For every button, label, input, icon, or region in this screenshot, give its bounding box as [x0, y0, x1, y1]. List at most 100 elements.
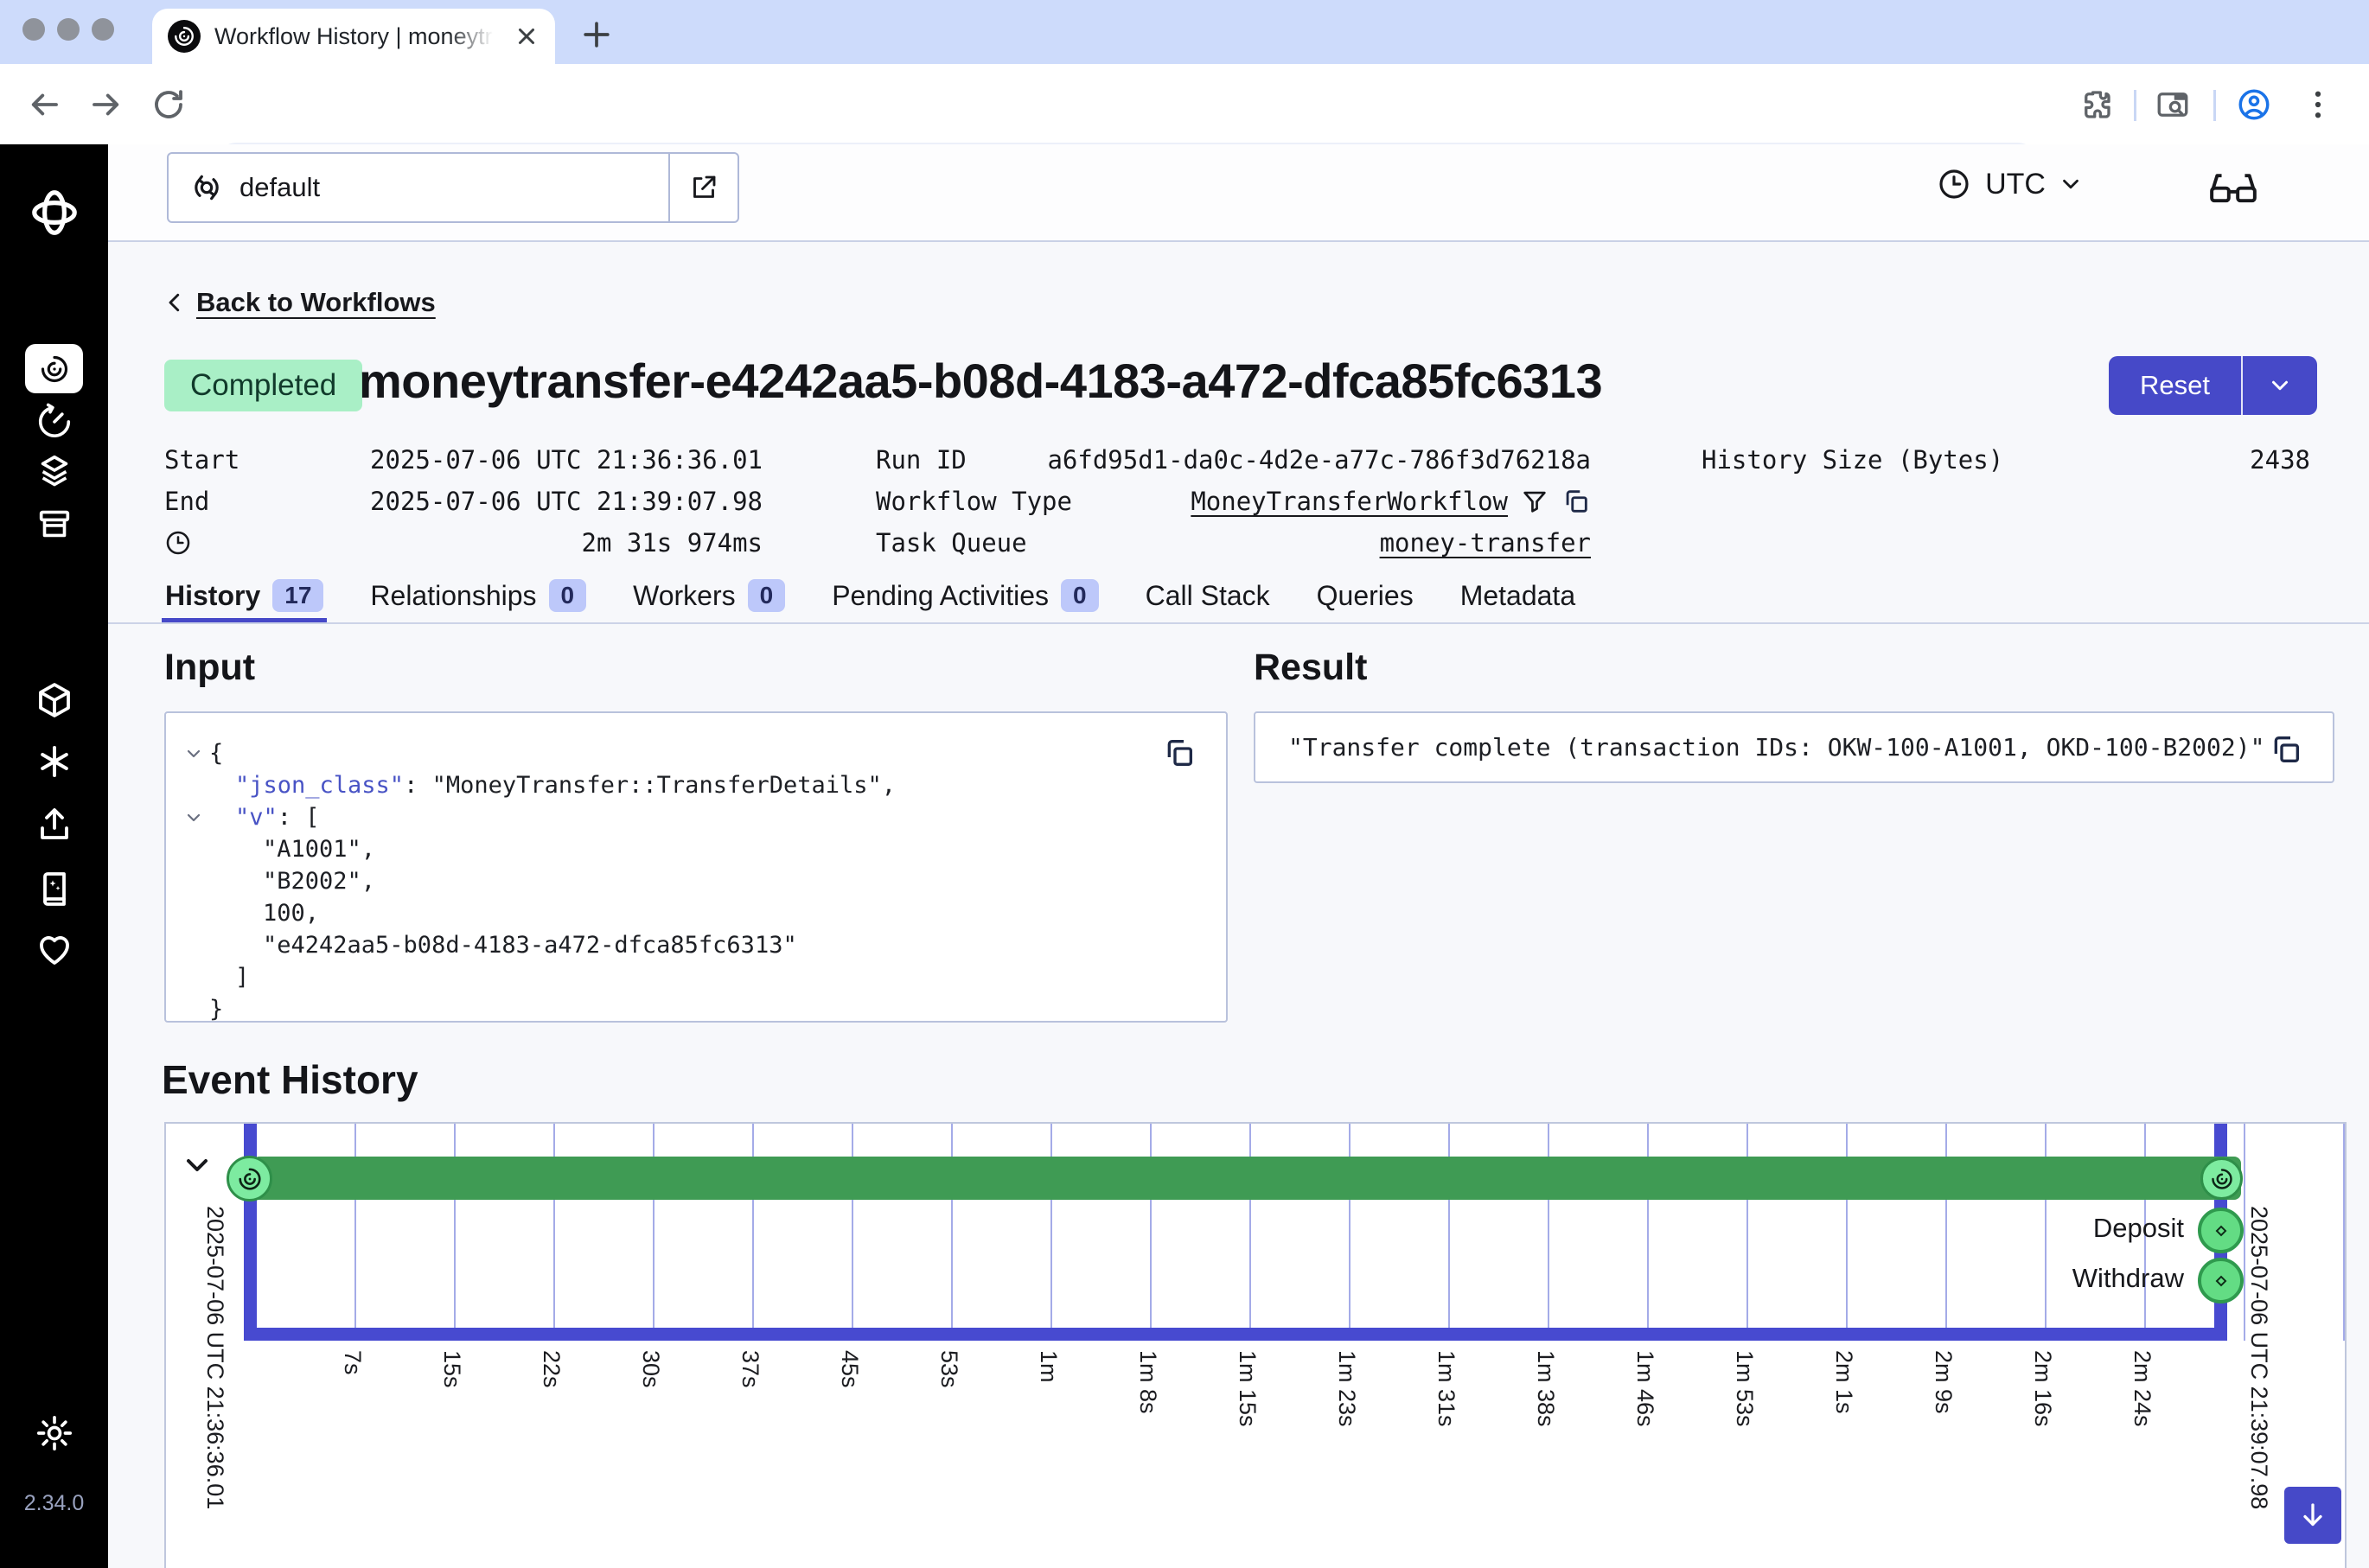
workflow-end-node[interactable] — [2200, 1157, 2243, 1200]
tab-label: Workers — [633, 580, 736, 612]
tab-metadata[interactable]: Metadata — [1457, 580, 1579, 622]
profile-avatar-icon[interactable] — [2236, 86, 2272, 123]
start-value: 2025-07-06 UTC 21:36:36.01 — [239, 445, 763, 475]
namespace-select-main[interactable]: default — [169, 154, 668, 221]
task-queue-link[interactable]: money-transfer — [1380, 528, 1591, 558]
nav-item-deployments-layers-icon[interactable] — [0, 452, 108, 492]
tab-workers[interactable]: Workers0 — [629, 579, 789, 622]
back-to-workflows-link[interactable]: Back to Workflows — [162, 287, 436, 318]
namespace-external-link-icon[interactable] — [668, 154, 738, 221]
tab-label: Metadata — [1460, 580, 1575, 612]
meta-row-end: End 2025-07-06 UTC 21:39:07.98 — [164, 484, 763, 519]
axis-tick-label: 1m — [1035, 1350, 1062, 1383]
window-close-button[interactable] — [22, 18, 45, 41]
nav-item-archive-icon[interactable] — [0, 504, 108, 544]
nav-item-nexus-cube-icon[interactable] — [0, 679, 108, 721]
browser-toolbar: localhost:8080/namespaces/default/workfl… — [0, 64, 2369, 144]
nav-item-workflows[interactable] — [25, 344, 83, 393]
task-queue-label: Task Queue — [876, 528, 1027, 558]
activity-event-node[interactable] — [2198, 1258, 2244, 1303]
nav-item-import-icon[interactable] — [0, 804, 108, 845]
chevron-down-icon — [2267, 373, 2293, 398]
meta-row-workflow-type: Workflow Type MoneyTransferWorkflow — [876, 484, 1591, 519]
json-line-text: "e4242aa5-b08d-4183-a472-dfca85fc6313" — [166, 929, 1226, 961]
timezone-select[interactable]: UTC — [1937, 167, 2084, 201]
reset-menu-button[interactable] — [2241, 356, 2317, 415]
tab-relationships[interactable]: Relationships0 — [367, 579, 590, 622]
workflow-type-link[interactable]: MoneyTransferWorkflow — [1191, 487, 1508, 516]
clock-icon — [1937, 167, 1971, 201]
axis-tick-label: 1m 23s — [1333, 1350, 1360, 1427]
reload-icon[interactable] — [150, 86, 187, 123]
json-line: 100, — [166, 897, 1226, 929]
scroll-to-bottom-button[interactable] — [2284, 1487, 2341, 1544]
extensions-puzzle-icon[interactable] — [2078, 86, 2115, 123]
timeline-end-timestamp: 2025-07-06 UTC 21:39:07.98 — [2245, 1206, 2272, 1509]
kebab-menu-icon[interactable] — [2300, 86, 2336, 123]
result-heading: Result — [1254, 647, 1367, 689]
window-minimize-button[interactable] — [57, 18, 80, 41]
search-tabs-icon[interactable] — [2155, 86, 2191, 123]
json-line-text: "json_class": "MoneyTransfer::TransferDe… — [166, 769, 1226, 801]
meta-row-run-id: Run ID a6fd95d1-da0c-4d2e-a77c-786f3d762… — [876, 443, 1591, 477]
duration-value: 2m 31s 974ms — [192, 528, 763, 558]
duration-clock-icon — [164, 529, 192, 557]
workflow-tabs: History17 Relationships0 Workers0 Pending A… — [162, 577, 1579, 622]
json-line: { — [166, 737, 1226, 769]
nav-item-asterisk-icon[interactable] — [0, 741, 108, 782]
result-card: "Transfer complete (transaction IDs: OKW… — [1254, 711, 2334, 783]
back-icon[interactable] — [26, 86, 62, 123]
meta-row-task-queue: Task Queue money-transfer — [876, 526, 1591, 560]
theme-toggle-sun-icon[interactable] — [0, 1413, 108, 1453]
namespace-select[interactable]: default — [167, 152, 739, 223]
copy-icon[interactable] — [1162, 736, 1197, 770]
axis-tick-label: 2m 16s — [2029, 1350, 2056, 1427]
workflow-type-label: Workflow Type — [876, 487, 1072, 516]
window-zoom-button[interactable] — [92, 18, 114, 41]
labs-glasses-icon[interactable] — [2208, 170, 2258, 208]
tab-close-icon[interactable] — [514, 23, 540, 49]
json-line: "e4242aa5-b08d-4183-a472-dfca85fc6313" — [166, 929, 1226, 961]
axis-tick-label: 45s — [836, 1350, 863, 1388]
temporal-favicon — [168, 20, 201, 53]
timeline-collapse-chevron-icon[interactable] — [180, 1148, 214, 1182]
workflow-execution-span[interactable] — [252, 1157, 2241, 1200]
filter-funnel-icon[interactable] — [1520, 487, 1549, 516]
json-line: "json_class": "MoneyTransfer::TransferDe… — [166, 769, 1226, 801]
nav-item-schedules-icon[interactable] — [0, 402, 108, 442]
namespace-icon — [189, 170, 224, 205]
ui-version: 2.34.0 — [0, 1491, 108, 1516]
end-label: End — [164, 487, 209, 516]
activity-event-node[interactable] — [2198, 1208, 2244, 1253]
end-value: 2025-07-06 UTC 21:39:07.98 — [209, 487, 763, 516]
meta-row-history-size: History Size (Bytes) 2438 — [1702, 443, 2310, 477]
meta-row-start: Start 2025-07-06 UTC 21:36:36.01 — [164, 443, 763, 477]
tab-pending-activities[interactable]: Pending Activities0 — [828, 579, 1101, 622]
tabs-divider — [108, 622, 2369, 624]
json-line-text: "B2002", — [166, 865, 1226, 897]
nav-item-feedback-heart-icon[interactable] — [0, 928, 108, 970]
tab-history[interactable]: History17 — [162, 579, 327, 622]
axis-tick-label: 1m 8s — [1134, 1350, 1161, 1414]
new-tab-button[interactable] — [578, 16, 616, 54]
reset-button[interactable]: Reset — [2109, 356, 2241, 415]
tab-queries[interactable]: Queries — [1313, 580, 1417, 622]
workflow-start-node[interactable] — [227, 1156, 272, 1201]
json-line: "A1001", — [166, 833, 1226, 865]
forward-icon[interactable] — [88, 86, 125, 123]
axis-tick-label: 1m 31s — [1433, 1350, 1459, 1427]
copy-icon[interactable] — [1561, 487, 1591, 516]
json-line-text: { — [166, 737, 1226, 769]
run-id-label: Run ID — [876, 445, 967, 475]
copy-icon[interactable] — [2269, 732, 2303, 767]
axis-tick-label: 2m 9s — [1930, 1350, 1957, 1414]
collapse-caret-icon[interactable] — [183, 743, 204, 764]
json-line: "B2002", — [166, 865, 1226, 897]
collapse-caret-icon[interactable] — [183, 807, 204, 828]
browser-tab[interactable]: Workflow History | moneytran — [152, 9, 555, 64]
nav-item-docs-book-icon[interactable] — [0, 868, 108, 909]
tab-call-stack[interactable]: Call Stack — [1142, 580, 1274, 622]
json-line-text: "A1001", — [166, 833, 1226, 865]
timeline-axis-bar — [244, 1328, 2227, 1341]
temporal-logo[interactable] — [0, 186, 108, 239]
